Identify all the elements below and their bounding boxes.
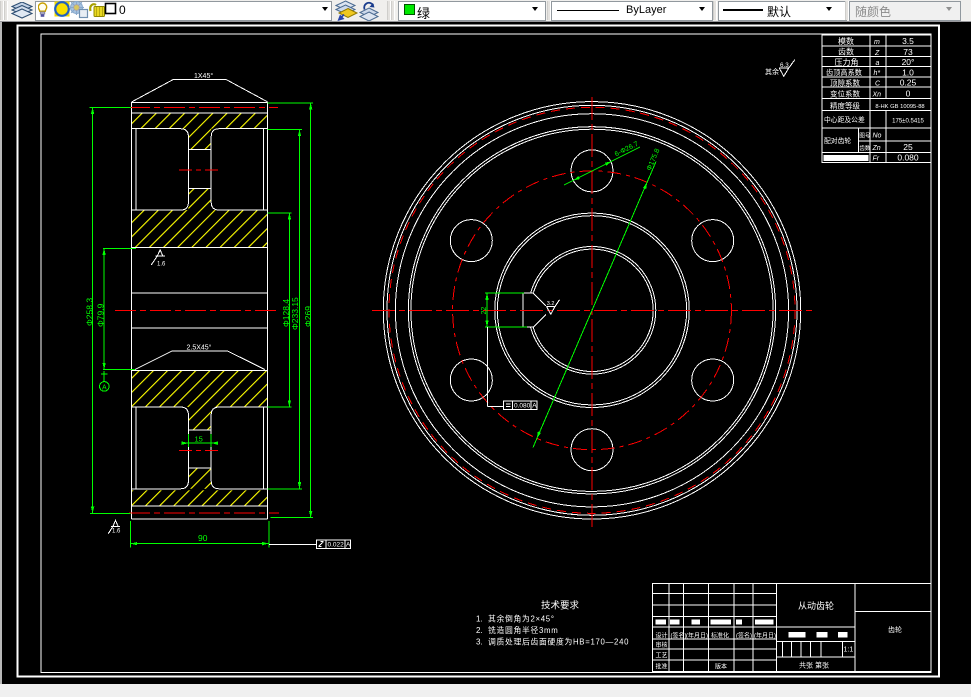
svg-text:3.2: 3.2 xyxy=(547,301,555,307)
svg-text:22: 22 xyxy=(481,307,488,315)
svg-text:技术要求: 技术要求 xyxy=(541,600,580,612)
svg-text:1:1: 1:1 xyxy=(844,647,854,654)
svg-text:配对齿轮: 配对齿轮 xyxy=(824,136,851,145)
svg-text:0.25: 0.25 xyxy=(900,78,917,88)
svg-text:0.080: 0.080 xyxy=(897,153,919,163)
svg-text:73: 73 xyxy=(903,47,913,57)
svg-text:Φ269: Φ269 xyxy=(303,306,313,327)
svg-text:8-HK GB 10095-88: 8-HK GB 10095-88 xyxy=(875,104,924,110)
svg-text:Xn: Xn xyxy=(872,92,882,99)
svg-text:图号: 图号 xyxy=(859,131,871,139)
svg-text:6.3: 6.3 xyxy=(780,62,789,69)
svg-text:A: A xyxy=(532,403,537,410)
svg-text:15: 15 xyxy=(195,435,203,444)
svg-text:1.6: 1.6 xyxy=(157,261,166,267)
svg-text:25: 25 xyxy=(903,142,913,152)
svg-text:Fr: Fr xyxy=(873,155,880,162)
svg-text:Φ258.3: Φ258.3 xyxy=(85,298,95,326)
svg-text:设计: 设计 xyxy=(656,632,668,640)
svg-text:90: 90 xyxy=(198,533,208,543)
svg-text:(年月日): (年月日) xyxy=(754,632,776,640)
svg-text:中心距及公差: 中心距及公差 xyxy=(824,115,865,124)
svg-text:(签名): (签名) xyxy=(736,632,752,640)
svg-text:0.022: 0.022 xyxy=(328,542,345,549)
svg-text:变位系数: 变位系数 xyxy=(830,89,860,99)
svg-text:3.: 3. xyxy=(476,638,483,647)
svg-text:1X45°: 1X45° xyxy=(194,72,213,80)
svg-text:1.6: 1.6 xyxy=(112,528,121,534)
svg-text:齿数: 齿数 xyxy=(859,144,871,152)
svg-text:齿数: 齿数 xyxy=(838,47,854,57)
svg-text:20°: 20° xyxy=(902,57,915,67)
svg-text:齿轮: 齿轮 xyxy=(888,625,902,634)
svg-text:0: 0 xyxy=(906,89,911,99)
svg-text:0.080: 0.080 xyxy=(514,403,531,410)
svg-text:No: No xyxy=(873,132,882,139)
svg-text:(年月日): (年月日) xyxy=(686,632,708,640)
svg-text:h*: h* xyxy=(874,70,881,77)
svg-text:调质处理后齿面硬度为HB=170—240: 调质处理后齿面硬度为HB=170—240 xyxy=(488,637,629,647)
svg-text:175±0.5415: 175±0.5415 xyxy=(892,118,924,124)
svg-text:3.5: 3.5 xyxy=(902,36,914,46)
svg-text:从动齿轮: 从动齿轮 xyxy=(798,600,834,611)
svg-text:A: A xyxy=(102,385,107,392)
svg-text:1.: 1. xyxy=(476,615,483,624)
svg-text:(签名): (签名) xyxy=(671,632,687,640)
svg-text:其余: 其余 xyxy=(765,67,779,76)
svg-text:1.0: 1.0 xyxy=(902,67,914,77)
svg-text:其余倒角为2×45°: 其余倒角为2×45° xyxy=(488,614,555,624)
svg-text:A: A xyxy=(346,542,351,549)
svg-text:Zn: Zn xyxy=(872,145,881,152)
svg-text:Φ79.9: Φ79.9 xyxy=(96,303,106,327)
svg-text:压力角: 压力角 xyxy=(835,57,859,67)
svg-text:审核: 审核 xyxy=(656,641,668,649)
svg-text:Z: Z xyxy=(874,50,880,57)
svg-text:批准: 批准 xyxy=(656,663,668,671)
svg-text:齿顶高系数: 齿顶高系数 xyxy=(826,68,862,77)
svg-text:模数: 模数 xyxy=(838,36,854,46)
svg-text:顶隙系数: 顶隙系数 xyxy=(830,77,860,87)
svg-text:Φ233.15: Φ233.15 xyxy=(290,297,300,330)
svg-text:共张 第张: 共张 第张 xyxy=(799,661,829,670)
svg-text:m: m xyxy=(874,39,880,46)
svg-text:2.: 2. xyxy=(476,626,483,635)
svg-text:标准化: 标准化 xyxy=(711,632,729,640)
svg-text:工艺: 工艺 xyxy=(656,652,668,660)
svg-text:铣造圆角半径3mm: 铣造圆角半径3mm xyxy=(488,625,558,635)
svg-text:版本: 版本 xyxy=(715,663,727,671)
svg-text:2.5X45°: 2.5X45° xyxy=(187,344,212,352)
svg-text:精度等级: 精度等级 xyxy=(830,100,860,110)
svg-text:a: a xyxy=(876,60,880,67)
